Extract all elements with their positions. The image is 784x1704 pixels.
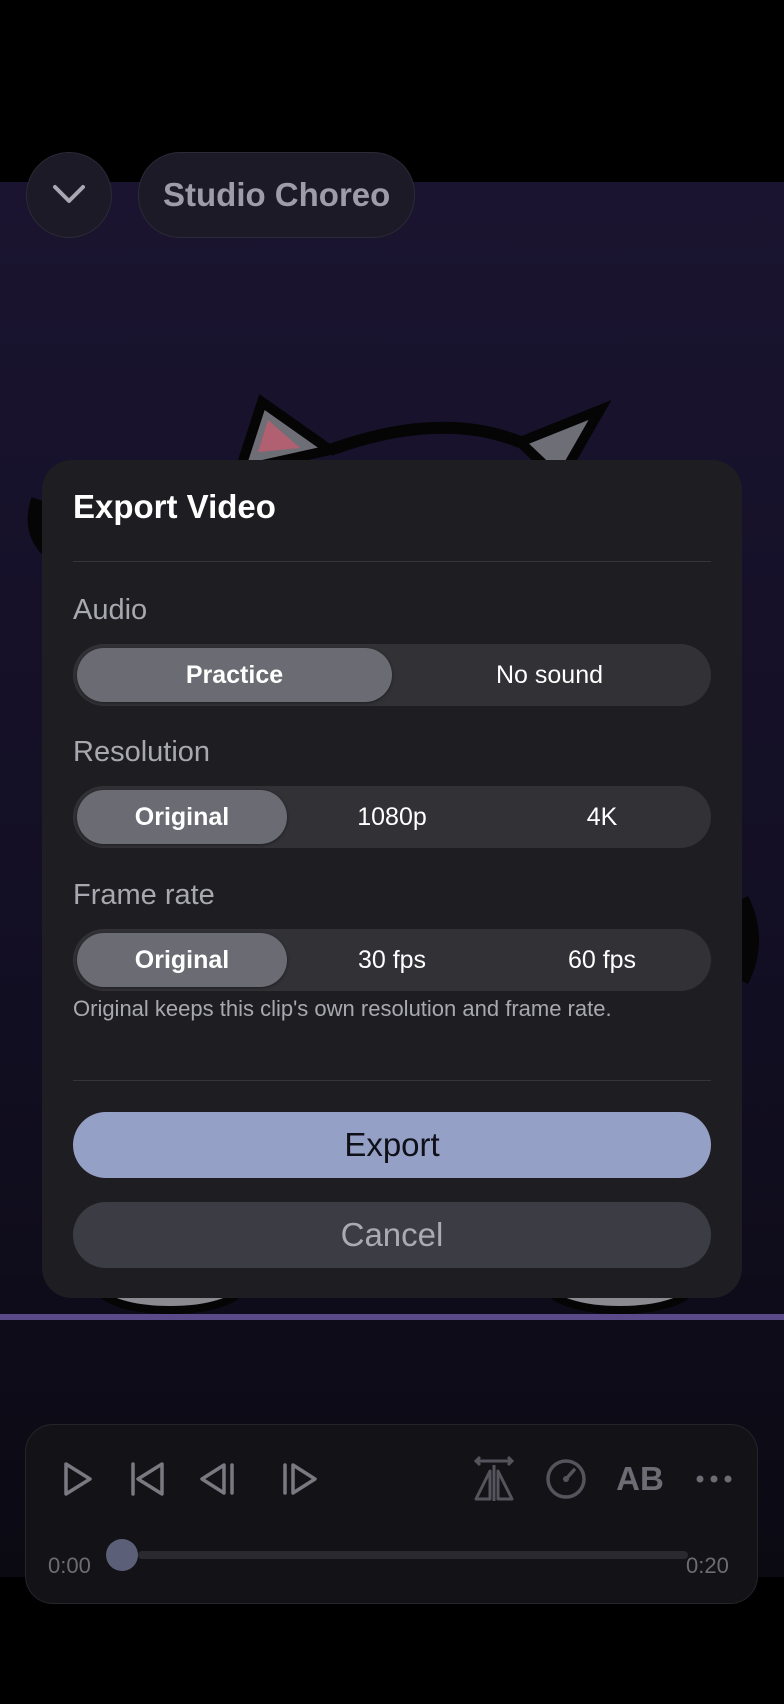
resolution-segmented-control: Original 1080p 4K — [73, 786, 711, 848]
current-time: 0:00 — [48, 1553, 91, 1578]
dialog-title: Export Video — [73, 488, 276, 525]
step-forward-icon — [283, 1463, 317, 1495]
skip-to-start-button[interactable] — [119, 1451, 175, 1507]
frame-rate-segmented-control: Original 30 fps 60 fps — [73, 929, 711, 991]
play-icon — [64, 1462, 92, 1496]
audio-option-practice[interactable]: Practice — [77, 648, 392, 702]
video-edge-line — [0, 1314, 784, 1320]
scrubber-handle[interactable] — [106, 1539, 138, 1571]
audio-label: Audio — [73, 594, 148, 626]
resolution-option-original[interactable]: Original — [77, 790, 287, 844]
play-button[interactable] — [48, 1451, 104, 1507]
chevron-down-icon — [53, 185, 85, 203]
divider — [73, 561, 711, 562]
mirror-button[interactable] — [466, 1451, 522, 1507]
step-back-icon — [200, 1463, 234, 1495]
speed-button[interactable] — [538, 1451, 594, 1507]
duration: 0:20 — [686, 1553, 729, 1578]
more-icon — [696, 1475, 732, 1483]
audio-segmented-control: Practice No sound — [73, 644, 711, 706]
divider — [73, 1080, 711, 1081]
frame-rate-option-30fps[interactable]: 30 fps — [287, 933, 497, 987]
frame-rate-option-original[interactable]: Original — [77, 933, 287, 987]
step-forward-button[interactable] — [271, 1451, 327, 1507]
frame-rate-label: Frame rate — [73, 879, 215, 911]
export-button[interactable]: Export — [73, 1112, 711, 1178]
resolution-option-4k[interactable]: 4K — [497, 790, 707, 844]
player-controls: AB 0:00 0:20 — [25, 1424, 758, 1604]
more-button[interactable] — [686, 1451, 742, 1507]
resolution-option-1080p[interactable]: 1080p — [287, 790, 497, 844]
mirror-icon — [473, 1455, 515, 1501]
video-title[interactable]: Studio Choreo — [138, 152, 416, 238]
scrubber-track[interactable] — [138, 1551, 688, 1559]
cancel-button[interactable]: Cancel — [73, 1202, 711, 1268]
frame-rate-option-60fps[interactable]: 60 fps — [497, 933, 707, 987]
step-back-button[interactable] — [190, 1451, 246, 1507]
export-dialog: Export Video Audio Practice No sound Res… — [42, 460, 742, 1298]
skip-start-icon — [131, 1462, 164, 1496]
original-hint-text: Original keeps this clip's own resolutio… — [73, 996, 612, 1021]
collapse-button[interactable] — [26, 152, 112, 238]
resolution-label: Resolution — [73, 736, 211, 768]
ab-loop-button[interactable]: AB — [612, 1451, 668, 1507]
audio-option-no-sound[interactable]: No sound — [392, 648, 707, 702]
speed-icon — [546, 1459, 586, 1499]
